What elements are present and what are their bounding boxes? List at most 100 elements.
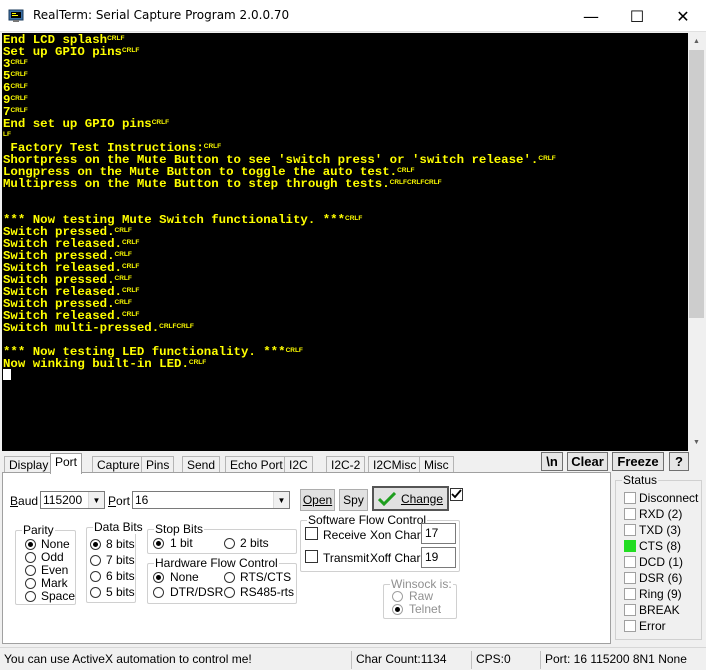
terminal-text: End LCD splashCRLF Set up GPIO pinsCRLF 3C…	[3, 33, 556, 381]
cps-readout: CPS:0	[471, 651, 515, 669]
maximize-button[interactable]: ☐	[614, 0, 660, 32]
scroll-up-icon[interactable]: ▲	[688, 33, 705, 50]
control-char-marker: CRLF	[121, 287, 140, 294]
terminal-line: Switch pressed.CRLF	[3, 273, 556, 286]
data-bits-8-radio[interactable]	[90, 539, 101, 550]
tab-capture[interactable]: Capture	[92, 456, 145, 473]
char-count: Char Count:1134	[351, 651, 451, 669]
open-button[interactable]: Open	[300, 489, 335, 511]
status-group: Status Disconnect RXD (2) TXD (3) CTS (8…	[615, 473, 702, 640]
parity-mark-radio[interactable]	[25, 578, 36, 589]
stop-bits-1-label: 1 bit	[170, 536, 193, 550]
minimize-icon: —	[583, 6, 599, 26]
status-led-txd	[624, 524, 636, 536]
data-bits-6-label: 6 bits	[106, 569, 135, 583]
terminal-line: Set up GPIO pinsCRLF	[3, 45, 556, 58]
control-char-marker: CRLF	[10, 83, 28, 90]
control-char-marker: CRLF	[107, 35, 125, 42]
minimize-button[interactable]: —	[568, 0, 614, 32]
data-bits-7-radio[interactable]	[90, 555, 101, 566]
terminal-line: Switch released.CRLF	[3, 237, 556, 250]
scroll-down-icon[interactable]: ▼	[688, 434, 705, 451]
hw-flow-rtscts-radio[interactable]	[224, 572, 235, 583]
change-button[interactable]: Change	[372, 486, 449, 511]
spy-button[interactable]: Spy	[339, 489, 368, 511]
freeze-button[interactable]: Freeze	[612, 452, 664, 471]
control-char-marker: CRLF	[121, 263, 140, 270]
change-checkbox[interactable]	[450, 488, 463, 501]
port-panel: Baud 115200 ▼ Port 16 ▼ Open Spy Change …	[2, 472, 611, 644]
parity-none-radio[interactable]	[25, 539, 36, 550]
tab-i2cmisc[interactable]: I2CMisc	[368, 456, 422, 473]
clear-button[interactable]: Clear	[567, 452, 608, 471]
terminal-line: Switch multi-pressed.CRLFCRLF	[3, 321, 556, 335]
stop-bits-1-radio[interactable]	[153, 538, 164, 549]
sw-flow-receive-checkbox[interactable]	[305, 527, 318, 540]
status-label-ring: Ring (9)	[639, 587, 682, 601]
tab-i2c-2[interactable]: I2C-2	[326, 456, 366, 473]
terminal-display[interactable]: End LCD splashCRLF Set up GPIO pinsCRLF 3C…	[2, 33, 688, 451]
terminal-line: 9CRLF	[3, 93, 556, 106]
hw-flow-dtrdsr-radio[interactable]	[153, 587, 164, 598]
terminal-line: Switch released.CRLF	[3, 261, 556, 274]
hw-flow-dtrdsr-label: DTR/DSR	[170, 585, 224, 599]
hw-flow-none-radio[interactable]	[153, 572, 164, 583]
hw-flow-rs485-radio[interactable]	[224, 587, 235, 598]
terminal-scrollbar[interactable]: ▲ ▼	[688, 33, 705, 451]
app-icon	[8, 9, 24, 22]
port-select[interactable]: 16 ▼	[132, 491, 290, 509]
parity-none-label: None	[41, 537, 70, 551]
status-label-error: Error	[639, 619, 666, 633]
parity-odd-radio[interactable]	[25, 552, 36, 563]
title-bar[interactable]: RealTerm: Serial Capture Program 2.0.0.7…	[0, 0, 706, 32]
parity-even-radio[interactable]	[25, 565, 36, 576]
status-label-txd: TXD (3)	[639, 523, 681, 537]
control-char-marker: CRLF	[10, 71, 28, 78]
status-bar: You can use ActiveX automation to contro…	[0, 647, 706, 670]
hw-flow-rtscts-label: RTS/CTS	[240, 570, 292, 584]
tab-send[interactable]: Send	[182, 456, 221, 473]
chevron-down-icon[interactable]: ▼	[273, 492, 289, 508]
status-led-dcd	[624, 556, 636, 568]
control-char-marker: CRLF	[285, 347, 303, 354]
tab-port[interactable]: Port	[50, 453, 83, 474]
sw-flow-receive-label: Receive	[323, 528, 367, 542]
terminal-text-span: Multipress on the Mute Button to step th…	[3, 177, 390, 191]
winsock-raw-radio[interactable]	[392, 591, 403, 602]
baud-label: Baud	[10, 494, 39, 508]
stop-bits-2-radio[interactable]	[224, 538, 235, 549]
status-label-cts: CTS (8)	[639, 539, 681, 553]
data-bits-7-label: 7 bits	[106, 553, 135, 567]
scrollbar-thumb[interactable]	[689, 50, 704, 318]
sw-flow-transmit-checkbox[interactable]	[305, 550, 318, 563]
data-bits-6-radio[interactable]	[90, 571, 101, 582]
help-button[interactable]: ?	[669, 452, 689, 471]
tab-display[interactable]: Display	[4, 456, 54, 473]
winsock-telnet-label: Telnet	[409, 602, 442, 616]
terminal-text-span: Switch multi-pressed.	[3, 321, 160, 335]
terminal-line: 7CRLF	[3, 105, 556, 118]
terminal-line: Switch released.CRLF	[3, 285, 556, 298]
hw-flow-none-label: None	[170, 570, 199, 584]
close-icon: ✕	[676, 6, 690, 26]
control-char-marker: CRLF	[188, 359, 207, 366]
tab-pins[interactable]: Pins	[141, 456, 175, 473]
close-button[interactable]: ✕	[660, 0, 706, 32]
tab-i2c[interactable]: I2C	[284, 456, 313, 473]
tab-echo-port[interactable]: Echo Port	[225, 456, 288, 473]
chevron-down-icon[interactable]: ▼	[88, 492, 104, 508]
xon-char-input[interactable]: 17	[421, 523, 456, 544]
winsock-telnet-radio[interactable]	[392, 604, 403, 615]
terminal-line: Multipress on the Mute Button to step th…	[3, 177, 556, 191]
data-bits-8-label: 8 bits	[106, 537, 135, 551]
tab-misc[interactable]: Misc	[419, 456, 454, 473]
window-title: RealTerm: Serial Capture Program 2.0.0.7…	[33, 8, 290, 22]
data-bits-5-label: 5 bits	[106, 585, 135, 599]
baud-select[interactable]: 115200 ▼	[40, 491, 105, 509]
port-info: Port: 16 115200 8N1 None	[540, 651, 691, 669]
newline-button[interactable]: \n	[541, 452, 563, 471]
xoff-char-input[interactable]: 19	[421, 547, 456, 568]
control-char-marker: CRLF	[114, 299, 132, 306]
data-bits-5-radio[interactable]	[90, 587, 101, 598]
parity-space-radio[interactable]	[25, 591, 36, 602]
